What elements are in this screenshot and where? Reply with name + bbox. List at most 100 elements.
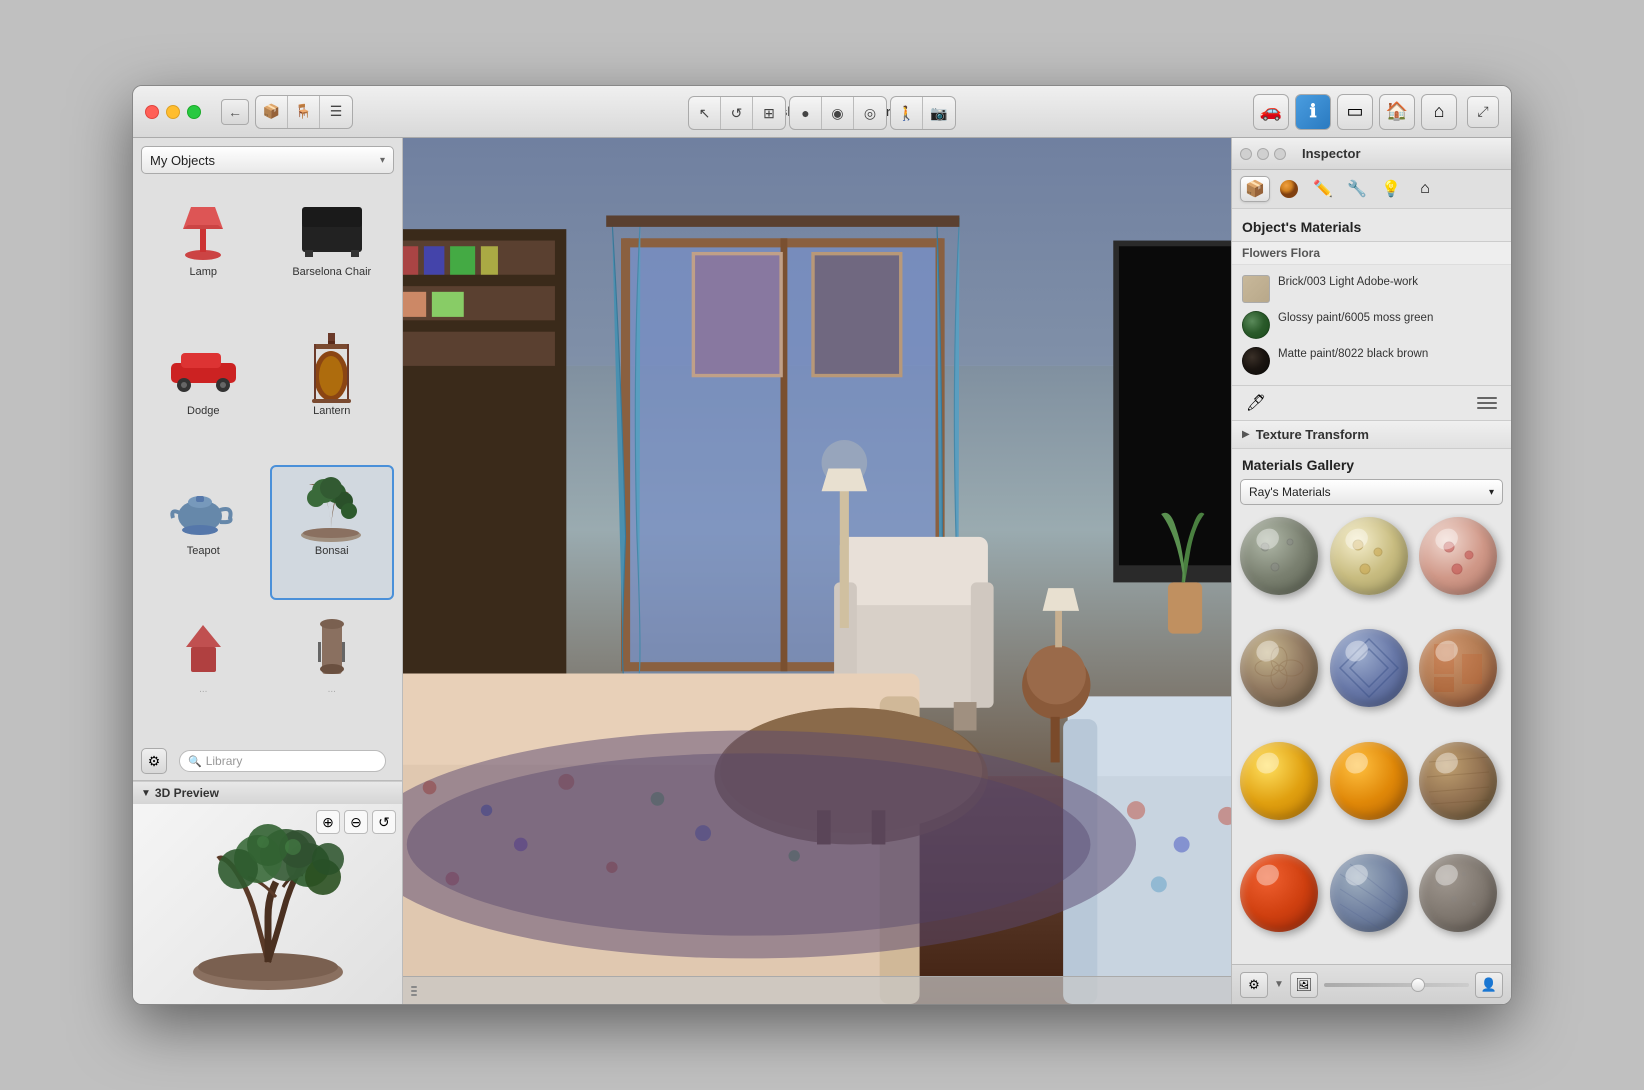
search-bar[interactable]: 🔍 Library (179, 750, 386, 772)
insp-close-btn[interactable] (1240, 148, 1252, 160)
fullscreen-btn[interactable]: ⤢ (1467, 96, 1499, 128)
object-item-lantern[interactable]: Lantern (270, 325, 395, 460)
back-button[interactable]: ← (221, 99, 249, 125)
left-panel: My Objects ▾ Lamp (133, 138, 403, 1004)
preview-content: ⊕ ⊖ ↺ (133, 804, 402, 1004)
reset-view-btn[interactable]: ↺ (372, 810, 396, 834)
view-mode-3-btn[interactable]: ◎ (854, 97, 886, 129)
material-sphere-6[interactable] (1419, 629, 1497, 707)
material-sphere-11[interactable] (1330, 854, 1408, 932)
object-item-extra2[interactable]: ... (270, 604, 395, 738)
texture-transform-label: Texture Transform (1256, 427, 1369, 442)
slider-thumb[interactable] (1411, 978, 1425, 992)
list-view-btn[interactable]: ☰ (320, 96, 352, 128)
object-item-extra1[interactable]: ... (141, 604, 266, 738)
settings-btn[interactable]: ⚙ (141, 748, 167, 774)
object-item-dodge[interactable]: Dodge (141, 325, 266, 460)
object-item-chair[interactable]: Barselona Chair (270, 186, 395, 321)
viewport-drag-handle[interactable] (411, 981, 419, 1001)
insp-tab-objects[interactable]: 📦 (1240, 176, 1270, 202)
toolbar-left: ← 📦 🪑 ☰ (221, 95, 353, 129)
extra1-label: ... (199, 684, 207, 695)
material-sphere-1[interactable] (1240, 517, 1318, 595)
move-tool-btn[interactable]: ⊞ (753, 97, 785, 129)
zoom-out-btn[interactable]: ⊖ (344, 810, 368, 834)
inspector-thumbnail-btn[interactable]: 🖼 (1290, 972, 1318, 998)
material-item-glossy[interactable]: Glossy paint/6005 moss green (1232, 307, 1511, 343)
teapot-label: Teapot (187, 545, 220, 557)
close-button[interactable] (145, 105, 159, 119)
extra1-thumb (163, 612, 243, 682)
minimize-button[interactable] (166, 105, 180, 119)
inspector-tabs: 📦 ✏️ 🔧 💡 (1232, 170, 1511, 209)
material-item-matte[interactable]: Matte paint/8022 black brown (1232, 343, 1511, 379)
inspector-size-slider[interactable] (1324, 983, 1469, 987)
view-mode-1-btn[interactable]: ● (790, 97, 822, 129)
preview-header[interactable]: ▼ 3D Preview (133, 781, 402, 804)
insp-tab-edit[interactable]: ✏️ (1308, 176, 1338, 202)
bonsai-label: Bonsai (315, 545, 349, 557)
object-item-bonsai[interactable]: Bonsai (270, 465, 395, 600)
material-sphere-7[interactable] (1240, 742, 1318, 820)
matte-swatch (1242, 347, 1270, 375)
maximize-button[interactable] (187, 105, 201, 119)
material-sphere-5[interactable] (1330, 629, 1408, 707)
material-sphere-12[interactable] (1419, 854, 1497, 932)
insp-tab-lighting[interactable]: 💡 (1376, 176, 1406, 202)
walk-btn[interactable]: 🚶 (891, 97, 923, 129)
objects-dropdown[interactable]: My Objects ▾ (141, 146, 394, 174)
inspector-title: Inspector (1302, 146, 1361, 161)
flowers-flora-label: Flowers Flora (1242, 246, 1320, 260)
material-sphere-3[interactable] (1419, 517, 1497, 595)
preview-title: 3D Preview (155, 786, 219, 800)
rotate-tool-btn[interactable]: ↺ (721, 97, 753, 129)
lantern-thumb (292, 333, 372, 403)
materials-menu-btn[interactable] (1473, 390, 1501, 416)
exterior-btn[interactable]: ⌂ (1421, 94, 1457, 130)
inspector-bottom-bar: ⚙ ▼ 🖼 👤 (1232, 964, 1511, 1004)
interior-btn[interactable]: 🏠 (1379, 94, 1415, 130)
insp-maximize-btn[interactable] (1274, 148, 1286, 160)
inspector-list-btn[interactable]: 👤 (1475, 972, 1503, 998)
layout-btn[interactable]: ▭ (1337, 94, 1373, 130)
insp-tab-house[interactable]: ⌂ (1410, 176, 1440, 202)
material-sphere-9[interactable] (1419, 742, 1497, 820)
material-item-brick[interactable]: Brick/003 Light Adobe-work (1232, 271, 1511, 307)
inspector-settings-btn[interactable]: ⚙ (1240, 972, 1268, 998)
chair-view-btn[interactable]: 🪑 (288, 96, 320, 128)
material-sphere-2[interactable] (1330, 517, 1408, 595)
eyedropper-btn[interactable]: 🖊 (1242, 390, 1270, 416)
gallery-dropdown[interactable]: Ray's Materials ▾ (1240, 479, 1503, 505)
objects-materials-title: Object's Materials (1232, 209, 1511, 242)
materials-gallery-title: Materials Gallery (1232, 449, 1511, 479)
material-sphere-10[interactable] (1240, 854, 1318, 932)
extra2-thumb (292, 612, 372, 682)
matte-label: Matte paint/8022 black brown (1278, 347, 1501, 362)
photo-btn[interactable]: 📷 (923, 97, 955, 129)
dodge-thumb (163, 333, 243, 403)
texture-transform-section[interactable]: ▶ Texture Transform (1232, 420, 1511, 449)
material-sphere-4[interactable] (1240, 629, 1318, 707)
lamp-label: Lamp (189, 266, 217, 278)
car-icon-btn[interactable]: 🚗 (1253, 94, 1289, 130)
select-tool-btn[interactable]: ↖ (689, 97, 721, 129)
chair-label: Barselona Chair (292, 266, 371, 278)
chevron-down-icon: ▾ (380, 155, 385, 166)
material-sphere-8[interactable] (1330, 742, 1408, 820)
viewport (403, 138, 1231, 1004)
object-item-lamp[interactable]: Lamp (141, 186, 266, 321)
brick-swatch (1242, 275, 1270, 303)
objects-grid: Lamp Barselona Chair (133, 182, 402, 742)
view-mode-2-btn[interactable]: ◉ (822, 97, 854, 129)
insp-tab-material-ball[interactable] (1274, 176, 1304, 202)
objects-view-btn[interactable]: 📦 (256, 96, 288, 128)
preview-controls: ⊕ ⊖ ↺ (316, 810, 396, 834)
object-item-teapot[interactable]: Teapot (141, 465, 266, 600)
insp-minimize-btn[interactable] (1257, 148, 1269, 160)
zoom-in-btn[interactable]: ⊕ (316, 810, 340, 834)
main-content: My Objects ▾ Lamp (133, 138, 1511, 1004)
insp-tab-properties[interactable]: 🔧 (1342, 176, 1372, 202)
info-btn[interactable]: ℹ (1295, 94, 1331, 130)
brick-label: Brick/003 Light Adobe-work (1278, 275, 1501, 290)
dodge-label: Dodge (187, 405, 219, 417)
